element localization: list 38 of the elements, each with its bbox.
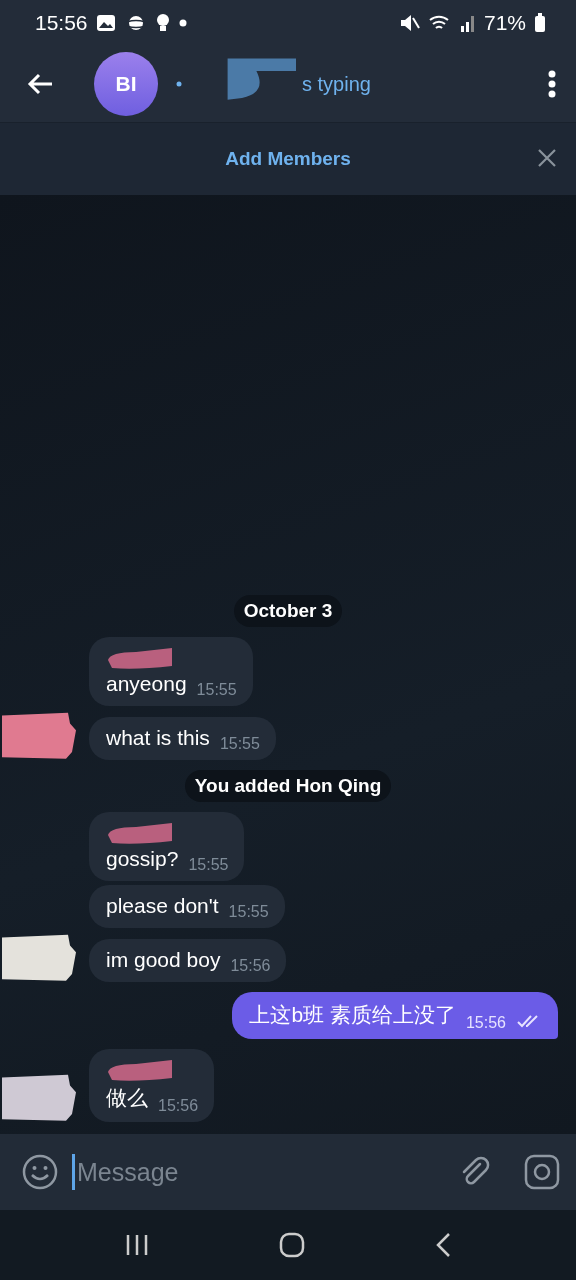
message-text: im good boy (106, 948, 221, 972)
camera-icon[interactable] (524, 1154, 560, 1190)
message-time: 15:56 (465, 1014, 506, 1032)
message-text: please don't (106, 894, 219, 918)
more-options-icon[interactable] (548, 70, 556, 98)
message-text: gossip? (106, 847, 179, 871)
message-text: anyeong (106, 672, 187, 696)
add-members-link[interactable]: Add Members (225, 148, 351, 170)
home-icon[interactable] (279, 1232, 305, 1258)
signal-icon (459, 14, 476, 32)
clock-text: 15:56 (35, 11, 88, 35)
service-message: You added Hon Qing (184, 770, 392, 802)
back-arrow-icon[interactable] (26, 72, 54, 96)
image-icon (95, 14, 116, 32)
message-input[interactable]: Message (75, 1156, 444, 1188)
message-text: 上这b班 素质给上没了 (249, 1002, 456, 1028)
message-time: 15:56 (230, 957, 271, 975)
mute-icon (399, 14, 420, 32)
message-time: 15:56 (158, 1097, 199, 1115)
message-text: what is this (106, 726, 210, 750)
message-time: 15:55 (228, 903, 269, 921)
composer-bar[interactable]: Message (0, 1134, 576, 1210)
message-time: 15:55 (188, 856, 229, 874)
typing-dot-icon (176, 81, 182, 87)
close-icon[interactable] (538, 149, 556, 167)
battery-percent: 71% (483, 11, 526, 35)
bulb-icon (155, 13, 170, 33)
recent-apps-icon[interactable] (125, 1234, 149, 1256)
dot-icon (177, 18, 188, 28)
emoji-icon[interactable] (22, 1154, 58, 1190)
battery-icon (534, 13, 546, 33)
typing-status: s typing (302, 72, 371, 96)
message-time: 15:55 (196, 681, 237, 699)
group-avatar[interactable]: BI (94, 52, 158, 116)
message-text: 做么 (106, 1085, 148, 1111)
date-label: October 3 (233, 595, 343, 627)
message-time: 15:55 (219, 735, 260, 753)
back-icon[interactable] (435, 1232, 451, 1258)
